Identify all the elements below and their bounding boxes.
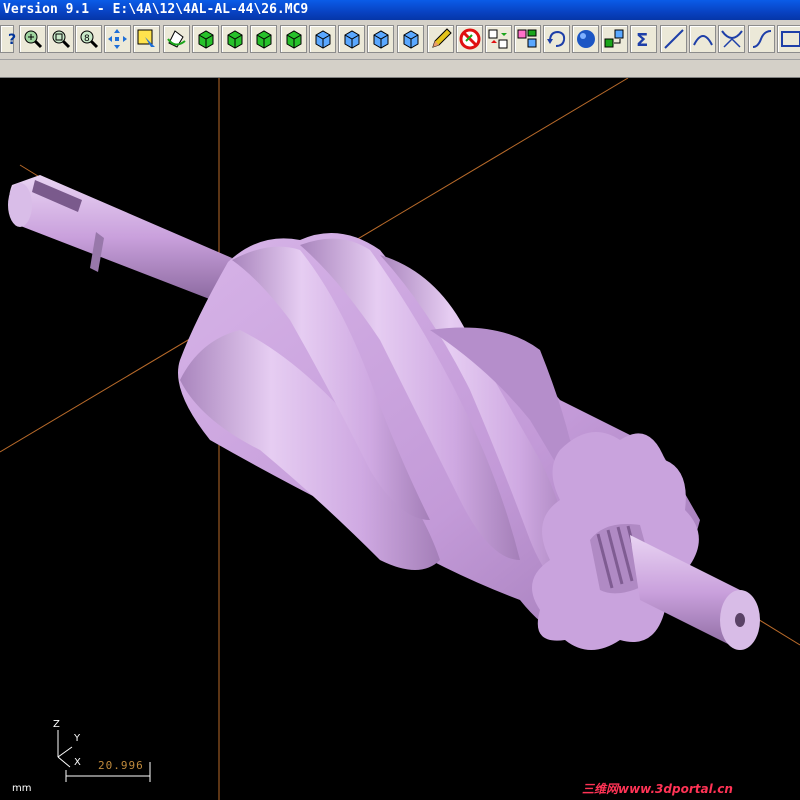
fillet-icon: [721, 30, 743, 48]
svg-text:Σ: Σ: [636, 30, 648, 51]
pencil-icon: [432, 28, 452, 48]
levels-icon: [488, 29, 508, 49]
help-button[interactable]: ?: [0, 25, 16, 53]
no-entry-icon: [459, 28, 481, 50]
fillet-button[interactable]: [718, 25, 745, 53]
clear-colors-button[interactable]: [427, 25, 454, 53]
cube-green-icon: [256, 30, 272, 49]
cplane-front-button[interactable]: [338, 25, 365, 53]
cube-blue-icon: [373, 30, 389, 49]
view-front-button[interactable]: [221, 25, 248, 53]
undo-button[interactable]: [543, 25, 570, 53]
zoom-fit-icon: 8: [80, 30, 99, 49]
svg-text:8: 8: [84, 34, 90, 44]
blank-button[interactable]: [456, 25, 483, 53]
view-side-button[interactable]: [250, 25, 277, 53]
view-top-button[interactable]: [192, 25, 219, 53]
view-iso-button[interactable]: [280, 25, 307, 53]
rotate-view-icon: [167, 30, 186, 48]
scale-value: 20.996: [98, 759, 144, 772]
zoom-window-button[interactable]: [47, 25, 74, 53]
pan-button[interactable]: [104, 25, 131, 53]
groups-button[interactable]: [514, 25, 541, 53]
regen-button[interactable]: [601, 25, 628, 53]
main-toolbar: ? 8 Σ: [0, 20, 800, 60]
cube-green-icon: [227, 30, 243, 49]
svg-text:?: ?: [8, 32, 16, 48]
watermark: 三维网www.3dportal.cn: [582, 782, 733, 796]
spline-button[interactable]: [748, 25, 775, 53]
zoom-in-icon: [24, 30, 43, 49]
arc-button[interactable]: [689, 25, 716, 53]
zoom-window-icon: [52, 30, 71, 49]
center-hole: [735, 613, 745, 627]
line-icon: [664, 29, 684, 49]
rectangle-icon: [781, 31, 800, 47]
undo-arrow-icon: [547, 30, 566, 47]
rotate-view-button[interactable]: [163, 25, 190, 53]
cube-green-icon: [286, 30, 302, 49]
rectangle-button[interactable]: [777, 25, 800, 53]
zoom-fit-button[interactable]: 8: [75, 25, 102, 53]
shading-button[interactable]: [572, 25, 599, 53]
z-axis-label: Z: [53, 719, 60, 730]
cplane-side-button[interactable]: [367, 25, 394, 53]
sigma-icon: Σ: [636, 30, 648, 51]
select-button[interactable]: [133, 25, 160, 53]
unit-label: mm: [12, 783, 32, 794]
cplane-top-button[interactable]: [309, 25, 336, 53]
x-axis-label: X: [74, 757, 81, 768]
secondary-toolbar: [0, 60, 800, 78]
zoom-in-button[interactable]: [19, 25, 46, 53]
cube-green-icon: [198, 30, 214, 49]
cube-blue-icon: [315, 30, 331, 49]
window-title-bar: Version 9.1 - E:\4A\12\4AL-AL-44\26.MC9: [0, 0, 800, 20]
pan-arrows-icon: [108, 29, 127, 49]
line-button[interactable]: [660, 25, 687, 53]
graphics-viewport[interactable]: [0, 78, 800, 800]
cplane-iso-button[interactable]: [397, 25, 424, 53]
spline-icon: [752, 30, 772, 48]
arc-icon: [693, 35, 713, 46]
groups-icon: [517, 29, 537, 48]
shaft-end-face: [8, 183, 32, 227]
regen-icon: [604, 29, 624, 48]
window-title: Version 9.1 - E:\4A\12\4AL-AL-44\26.MC9: [3, 2, 309, 17]
cube-blue-icon: [403, 30, 419, 49]
levels-button[interactable]: [485, 25, 512, 53]
select-icon: [137, 29, 155, 47]
cube-blue-icon: [344, 30, 360, 49]
sphere-icon: [577, 30, 595, 48]
analyze-button[interactable]: Σ: [630, 25, 657, 53]
y-axis-label: Y: [74, 733, 81, 744]
